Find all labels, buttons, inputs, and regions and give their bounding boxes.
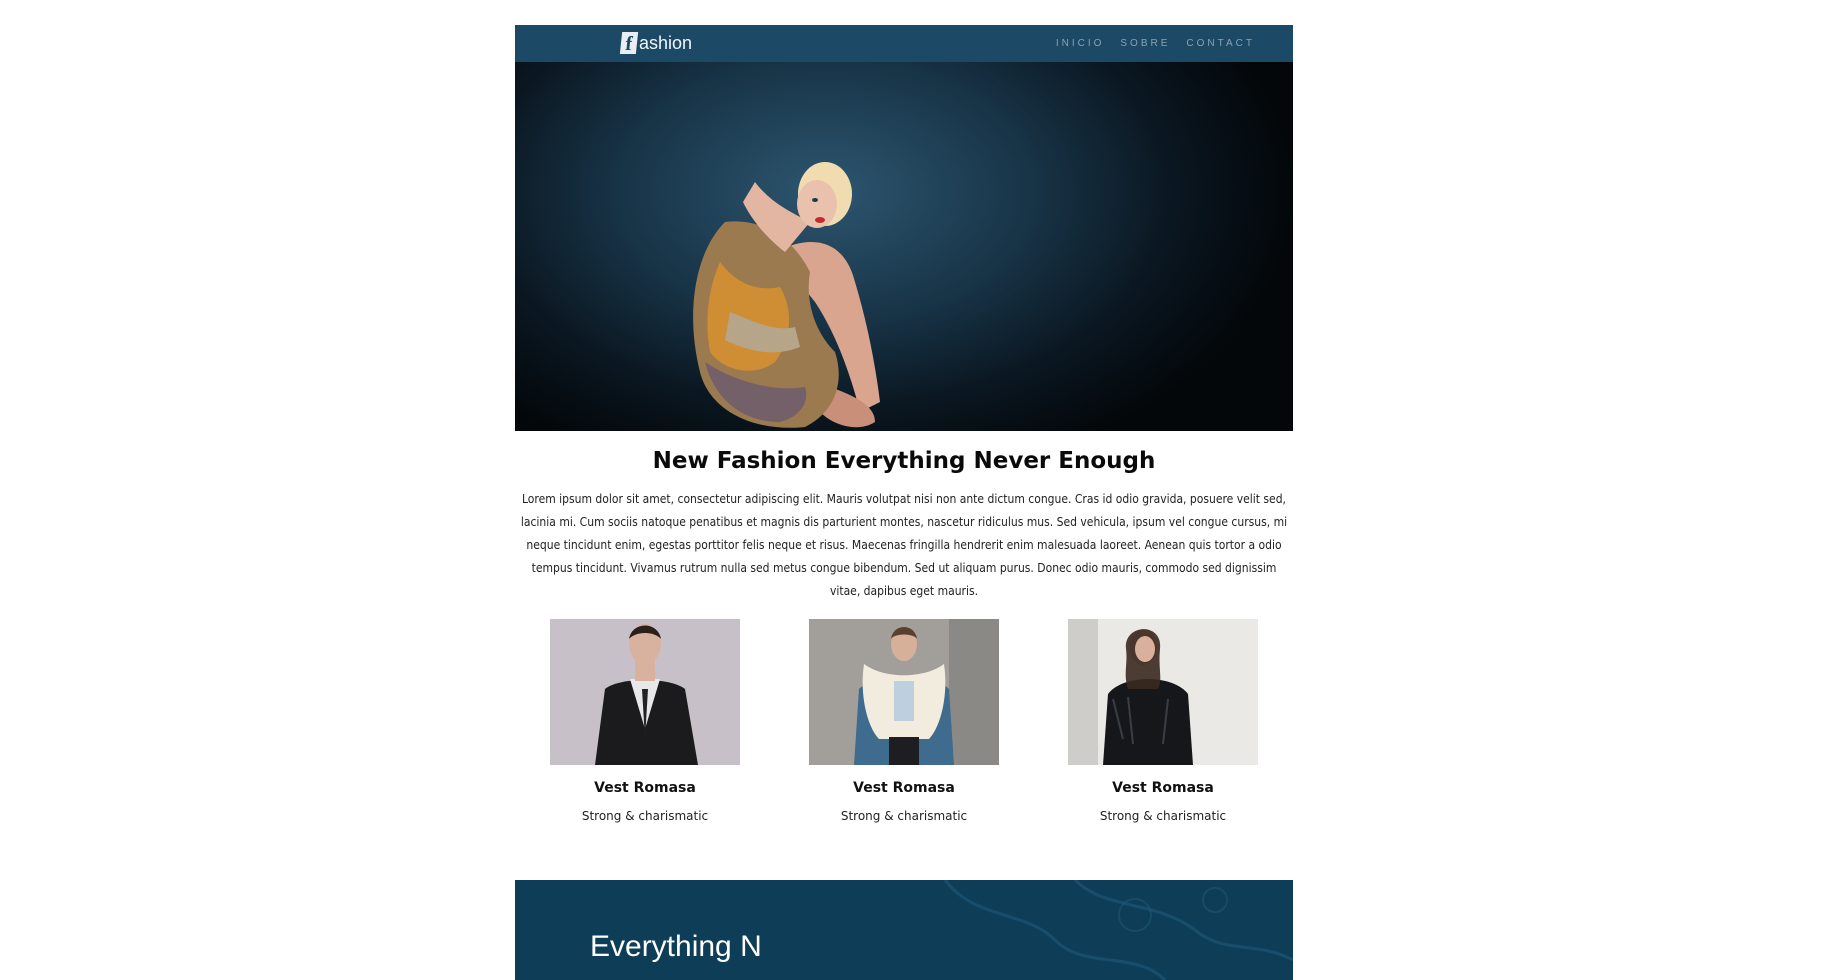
product-description: Strong & charismatic — [840, 809, 968, 823]
logo-text: ashion — [639, 32, 693, 53]
main-nav: INICIO SOBRE CONTACT — [1056, 38, 1255, 49]
nav-link-contact[interactable]: CONTACT — [1186, 38, 1255, 49]
hero-image — [515, 62, 1293, 431]
intro-paragraph: Lorem ipsum dolor sit amet, consectetur … — [520, 492, 1288, 598]
email-template: f ashion INICIO SOBRE CONTACT New Fashio… — [515, 25, 1293, 980]
product-card[interactable]: Vest Romasa Strong & charismatic — [809, 619, 999, 823]
feature-banner: Everything N — [515, 880, 1293, 980]
product-image[interactable] — [550, 619, 740, 765]
product-image[interactable] — [1068, 619, 1258, 765]
product-list: Vest Romasa Strong & charismatic Vest Ro… — [515, 619, 1293, 823]
product-card[interactable]: Vest Romasa Strong & charismatic — [550, 619, 740, 823]
logo[interactable]: f ashion — [619, 32, 693, 55]
product-card[interactable]: Vest Romasa Strong & charismatic — [1068, 619, 1258, 823]
logo-mark: f — [619, 32, 639, 55]
product-description: Strong & charismatic — [1099, 809, 1227, 823]
product-name: Vest Romasa — [853, 780, 955, 796]
nav-link-sobre[interactable]: SOBRE — [1120, 38, 1170, 49]
site-header: f ashion INICIO SOBRE CONTACT — [515, 25, 1293, 62]
product-name: Vest Romasa — [594, 780, 696, 796]
product-description: Strong & charismatic — [581, 809, 709, 823]
product-image[interactable] — [809, 619, 999, 765]
page-title: New Fashion Everything Never Enough — [652, 448, 1156, 474]
nav-link-inicio[interactable]: INICIO — [1056, 38, 1105, 49]
banner-title: Everything N — [590, 930, 762, 963]
product-name: Vest Romasa — [1112, 780, 1214, 796]
fashion-model-illustration — [693, 162, 880, 428]
